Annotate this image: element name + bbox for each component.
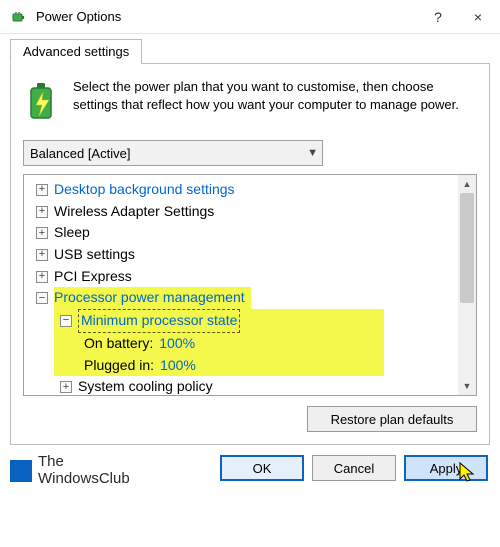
plugged-in-label: Plugged in: [84,355,154,377]
help-button[interactable]: ? [418,0,458,34]
tree-item-plugged-in[interactable]: Plugged in: 100% [60,355,384,377]
watermark-line1: The [38,454,130,471]
tree-item-minimum-processor-state[interactable]: − Minimum processor state [60,309,384,333]
settings-tree: + Desktop background settings + Wireless… [23,174,477,396]
expand-icon[interactable]: + [36,271,48,283]
power-plan-combobox[interactable]: Balanced [Active] ▼ [23,140,323,166]
power-plan-selected: Balanced [Active] [30,146,130,161]
tree-item-sleep[interactable]: + Sleep [30,222,454,244]
tabstrip: Advanced settings [0,34,500,63]
ok-button[interactable]: OK [220,455,304,481]
watermark: The WindowsClub [10,454,130,487]
collapse-icon[interactable]: − [36,292,48,304]
tree-item-pci-express[interactable]: + PCI Express [30,266,454,288]
tree-viewport: + Desktop background settings + Wireless… [24,175,458,395]
titlebar: Power Options ? × [0,0,500,34]
tree-item-processor-power-management[interactable]: − Processor power management [30,287,454,309]
chevron-down-icon: ▼ [307,147,318,159]
watermark-logo [10,460,32,482]
watermark-line2: WindowsClub [38,471,130,488]
tab-advanced-settings[interactable]: Advanced settings [10,39,142,64]
tree-item-usb-settings[interactable]: + USB settings [30,244,454,266]
tree-scrollbar[interactable]: ▲ ▼ [458,175,476,395]
close-button[interactable]: × [458,0,498,34]
power-options-icon [10,8,28,26]
expand-icon[interactable]: + [36,184,48,196]
restore-plan-defaults-button[interactable]: Restore plan defaults [307,406,477,432]
scroll-thumb[interactable] [460,193,474,303]
window-title: Power Options [36,9,418,24]
tree-item-desktop-background[interactable]: + Desktop background settings [30,179,454,201]
expand-icon[interactable]: + [36,206,48,218]
expand-icon[interactable]: + [60,381,72,393]
plugged-in-value: 100% [160,355,196,377]
expand-icon[interactable]: + [36,249,48,261]
intro-text: Select the power plan that you want to c… [73,78,477,130]
tree-selected-label: Minimum processor state [78,309,240,333]
collapse-icon[interactable]: − [60,315,72,327]
tree-item-on-battery[interactable]: On battery: 100% [60,333,384,355]
scroll-down-icon[interactable]: ▼ [458,377,476,395]
tab-panel: Select the power plan that you want to c… [10,63,490,445]
dialog-button-bar: The WindowsClub OK Cancel Apply [0,445,500,489]
on-battery-label: On battery: [84,333,153,355]
expand-icon[interactable]: + [36,227,48,239]
tree-item-wireless-adapter[interactable]: + Wireless Adapter Settings [30,201,454,223]
cancel-button[interactable]: Cancel [312,455,396,481]
intro-row: Select the power plan that you want to c… [23,78,477,130]
tree-item-system-cooling-policy[interactable]: + System cooling policy [30,376,454,395]
scroll-track[interactable] [458,193,476,377]
apply-button[interactable]: Apply [404,455,488,481]
on-battery-value: 100% [159,333,195,355]
battery-icon [23,78,63,130]
scroll-up-icon[interactable]: ▲ [458,175,476,193]
